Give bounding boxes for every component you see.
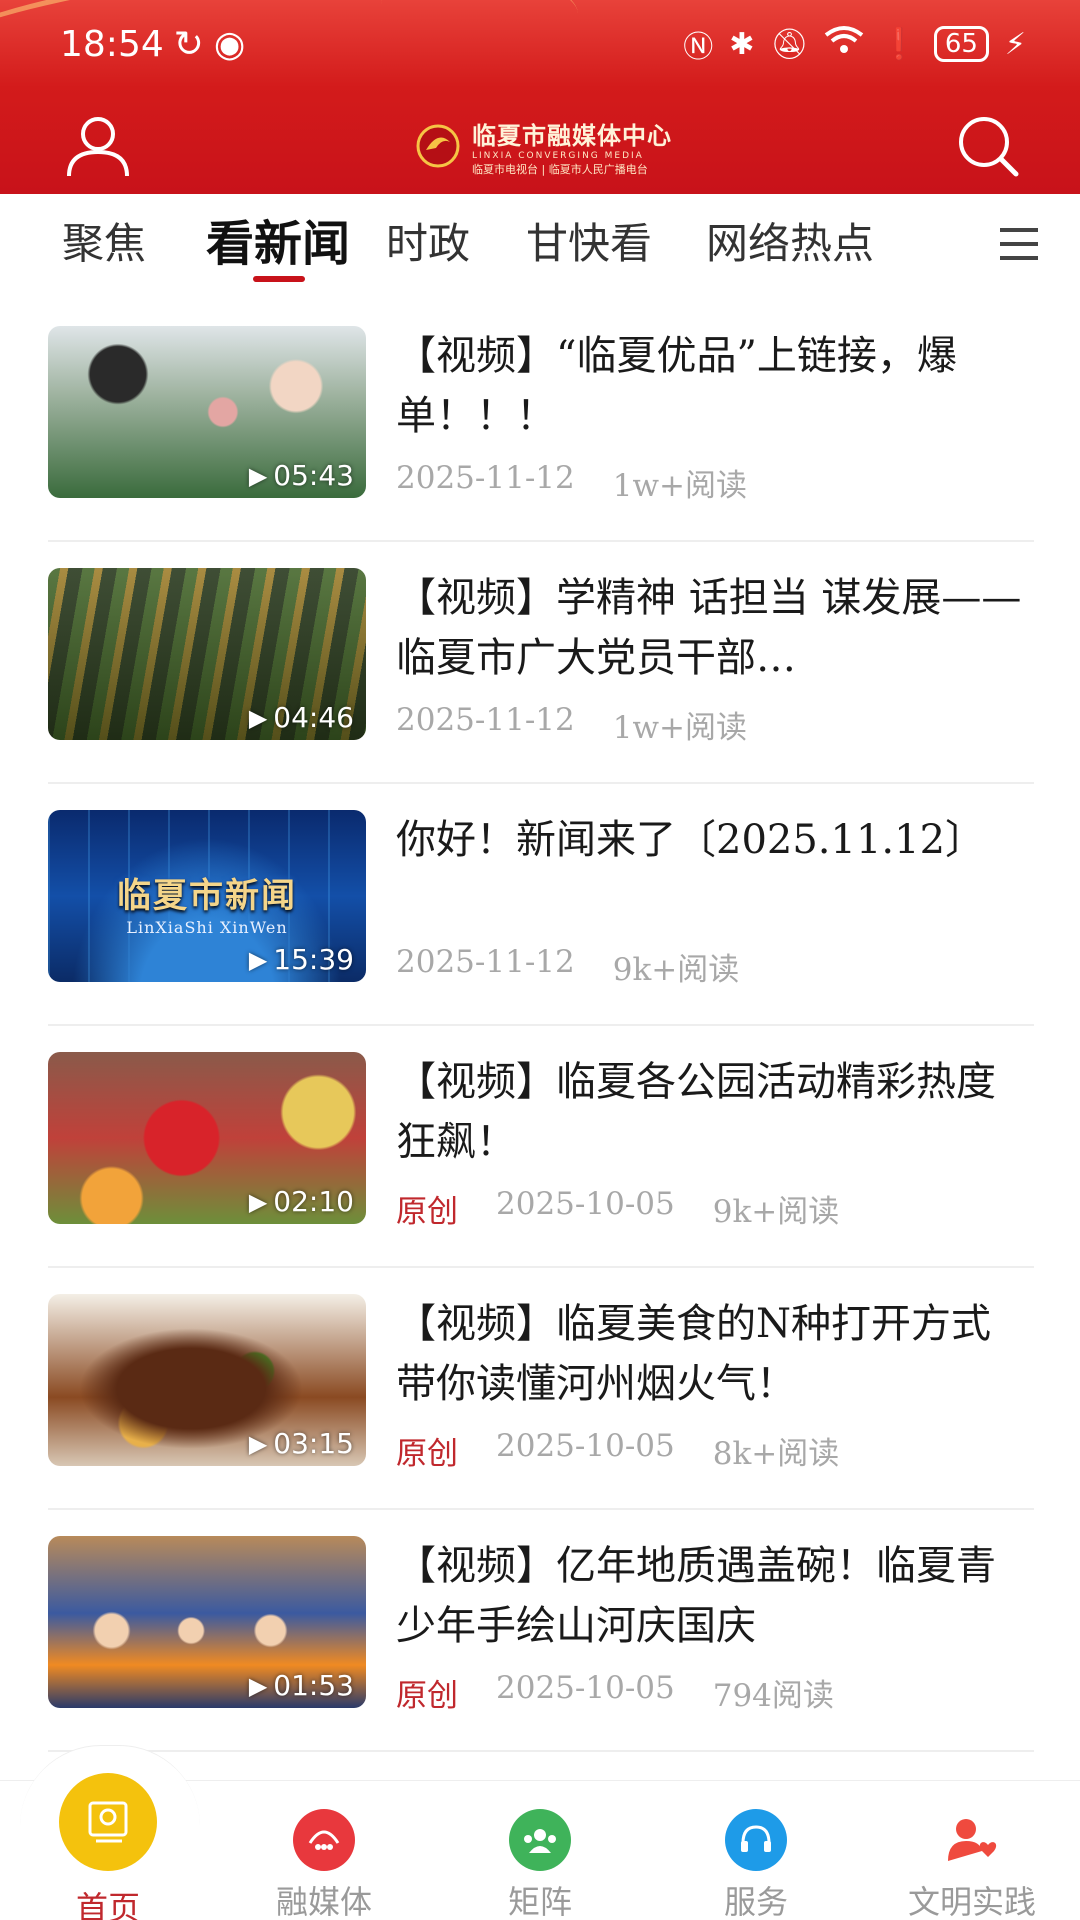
video-duration: ▶ 02:10: [248, 1185, 354, 1218]
news-date: 2025-11-12: [396, 944, 575, 980]
alert-icon: ❗: [880, 26, 918, 62]
news-date: 2025-11-12: [396, 460, 575, 496]
news-meta: 2025-11-12 1w+阅读: [396, 702, 747, 747]
nav-service[interactable]: 服务: [648, 1781, 864, 1920]
profile-button[interactable]: [62, 110, 134, 182]
bottom-navigation: 首页 融媒体 矩阵 服务 文明实践: [0, 1745, 1080, 1920]
wifi-icon: [824, 25, 864, 63]
original-badge: 原创: [396, 1678, 458, 1714]
nav-label: 融媒体: [275, 1883, 372, 1920]
news-list: ▶ 05:43 【视频】“临夏优品”上链接，爆单！！！ 2025-11-12 1w…: [48, 300, 1034, 1752]
news-date: 2025-11-12: [396, 702, 575, 738]
play-icon: ▶: [248, 703, 268, 732]
battery-indicator: 65: [933, 26, 989, 62]
news-item[interactable]: 临夏市新闻 LinXiaShi XinWen ▶ 15:39 你好！新闻来了〔20…: [48, 784, 1034, 1026]
volunteer-icon: [941, 1809, 1003, 1871]
news-thumbnail: 临夏市新闻 LinXiaShi XinWen ▶ 15:39: [48, 810, 366, 982]
nav-label: 矩阵: [507, 1883, 572, 1920]
news-title: 【视频】临夏各公园活动精彩热度狂飙！: [396, 1059, 996, 1165]
news-item[interactable]: ▶ 03:15 【视频】临夏美食的N种打开方式 带你读懂河州烟火气！ 原创 202…: [48, 1268, 1034, 1510]
news-read-count: 9k+阅读: [612, 952, 740, 988]
top-nav-bar: 临夏市融媒体中心 LINXIA CONVERGING MEDIA 临夏市电视台 …: [0, 98, 1080, 194]
play-icon: ▶: [248, 461, 268, 490]
video-duration: ▶ 03:15: [248, 1427, 354, 1460]
category-tabs: 聚焦 看新闻 时政 甘快看 网络热点: [0, 194, 1080, 294]
app-header: 18:54 ↻ ◉ Ⓝ ✱ 🔕︎ ❗ 65 ⚡ 临夏市融媒体中心 LINXIA …: [0, 0, 1080, 194]
play-icon: ▶: [248, 1671, 268, 1700]
thumbnail-program-title: 临夏市新闻: [117, 876, 297, 916]
nav-label: 服务: [723, 1883, 788, 1920]
media-icon: [293, 1809, 355, 1871]
news-meta: 原创 2025-10-05 9k+阅读: [396, 1186, 839, 1231]
status-bar: 18:54 ↻ ◉ Ⓝ ✱ 🔕︎ ❗ 65 ⚡: [0, 0, 1080, 88]
search-button[interactable]: [952, 110, 1024, 182]
news-title: 你好！新闻来了〔2025.11.12〕: [396, 817, 986, 863]
nav-home[interactable]: 首页: [0, 1773, 216, 1920]
news-meta: 2025-11-12 1w+阅读: [396, 460, 747, 505]
bluetooth-icon: ✱: [729, 26, 755, 62]
news-read-count: 8k+阅读: [712, 1436, 840, 1472]
original-badge: 原创: [396, 1436, 458, 1472]
user-icon: [67, 117, 129, 177]
news-thumbnail: ▶ 02:10: [48, 1052, 366, 1224]
news-meta: 原创 2025-10-05 8k+阅读: [396, 1428, 839, 1473]
play-icon: ▶: [248, 1429, 268, 1458]
tab-hot-topics[interactable]: 网络热点: [706, 194, 894, 294]
tab-watch-news[interactable]: 看新闻: [206, 194, 352, 294]
mute-icon: 🔕︎: [770, 26, 809, 62]
news-read-count: 794阅读: [712, 1678, 834, 1714]
news-read-count: 1w+阅读: [612, 710, 747, 746]
news-meta: 2025-11-12 9k+阅读: [396, 944, 739, 989]
news-meta: 原创 2025-10-05 794阅读: [396, 1670, 834, 1715]
brand-logo-icon: [416, 124, 460, 168]
news-thumbnail: ▶ 01:53: [48, 1536, 366, 1708]
play-icon: ▶: [248, 945, 268, 974]
news-read-count: 1w+阅读: [612, 468, 747, 504]
matrix-icon: [509, 1809, 571, 1871]
nav-civilization-practice[interactable]: 文明实践: [864, 1781, 1080, 1920]
video-duration: ▶ 15:39: [248, 943, 354, 976]
charging-icon: ⚡: [1004, 26, 1026, 62]
news-item[interactable]: ▶ 02:10 【视频】临夏各公园活动精彩热度狂飙！ 原创 2025-10-05 …: [48, 1026, 1034, 1268]
search-icon: [959, 117, 1019, 177]
news-thumbnail: ▶ 03:15: [48, 1294, 366, 1466]
news-thumbnail: ▶ 04:46: [48, 568, 366, 740]
nav-label: 文明实践: [907, 1883, 1036, 1920]
news-date: 2025-10-05: [496, 1186, 675, 1222]
news-item[interactable]: ▶ 01:53 【视频】亿年地质遇盖碗！临夏青少年手绘山河庆国庆 原创 2025-…: [48, 1510, 1034, 1752]
brand-logo-block: 临夏市融媒体中心 LINXIA CONVERGING MEDIA 临夏市电视台 …: [414, 116, 672, 177]
tab-politics[interactable]: 时政: [386, 194, 480, 294]
status-time: 18:54: [60, 23, 164, 65]
home-icon: [59, 1773, 157, 1871]
nav-media[interactable]: 融媒体: [216, 1781, 432, 1920]
menu-icon[interactable]: [998, 224, 1040, 264]
nfc-icon: Ⓝ: [683, 30, 714, 65]
video-duration: ▶ 01:53: [248, 1669, 354, 1702]
news-thumbnail: ▶ 05:43: [48, 326, 366, 498]
video-duration: ▶ 04:46: [248, 701, 354, 734]
nav-label: 首页: [75, 1889, 140, 1920]
news-item[interactable]: ▶ 05:43 【视频】“临夏优品”上链接，爆单！！！ 2025-11-12 1w…: [48, 300, 1034, 542]
news-title: 【视频】临夏美食的N种打开方式 带你读懂河州烟火气！: [396, 1301, 1031, 1407]
video-duration: ▶ 05:43: [248, 459, 354, 492]
brand-subtitle: LINXIA CONVERGING MEDIA: [472, 150, 644, 161]
nav-matrix[interactable]: 矩阵: [432, 1781, 648, 1920]
sync-icon: ↻: [173, 23, 204, 65]
play-icon: ▶: [248, 1187, 268, 1216]
news-title: 【视频】学精神 话担当 谋发展——临夏市广大党员干部…: [396, 575, 1022, 681]
news-read-count: 9k+阅读: [712, 1194, 840, 1230]
original-badge: 原创: [396, 1194, 458, 1230]
news-title: 【视频】“临夏优品”上链接，爆单！！！: [396, 333, 957, 439]
news-date: 2025-10-05: [496, 1670, 675, 1706]
tab-gan-quick-view[interactable]: 甘快看: [526, 194, 664, 294]
tab-focus[interactable]: 聚焦: [62, 194, 168, 294]
news-item[interactable]: ▶ 04:46 【视频】学精神 话担当 谋发展——临夏市广大党员干部… 2025-…: [48, 542, 1034, 784]
news-title: 【视频】亿年地质遇盖碗！临夏青少年手绘山河庆国庆: [396, 1543, 996, 1649]
news-date: 2025-10-05: [496, 1428, 675, 1464]
thumbnail-program-subtitle: LinXiaShi XinWen: [126, 918, 288, 937]
brand-title: 临夏市融媒体中心: [472, 121, 672, 150]
service-icon: [725, 1809, 787, 1871]
eye-icon: ◉: [213, 23, 246, 65]
brand-subtitle-stations: 临夏市电视台 | 临夏市人民广播电台: [472, 162, 648, 176]
